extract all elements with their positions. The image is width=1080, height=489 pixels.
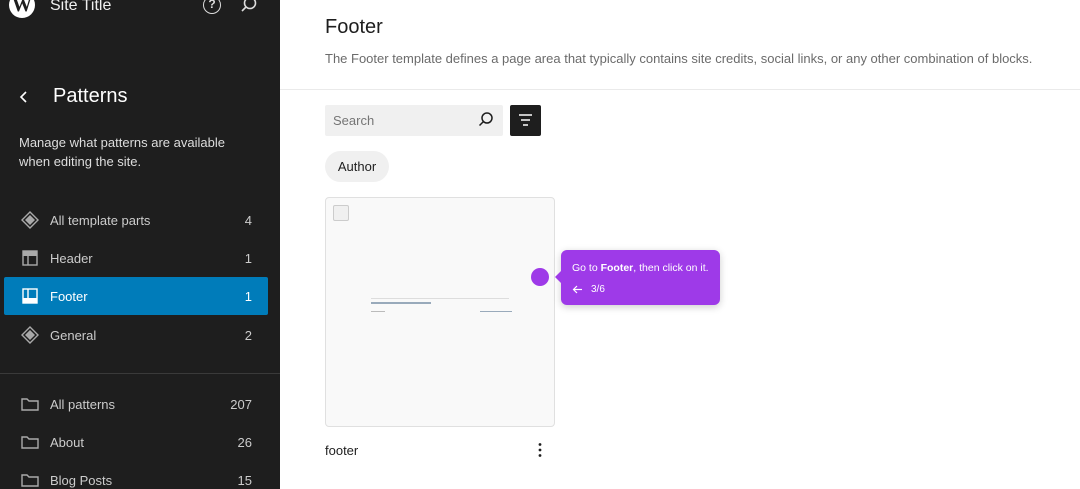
sidebar-item-all-patterns[interactable]: All patterns 207 — [4, 385, 268, 423]
sidebar-description: Manage what patterns are available when … — [19, 135, 225, 169]
folder-icon — [21, 436, 39, 449]
tooltip-text-suffix: , then click on it. — [633, 262, 709, 274]
more-vertical-icon[interactable] — [531, 441, 549, 459]
filter-button[interactable] — [510, 105, 541, 136]
sidebar-item-all-template-parts[interactable]: All template parts 4 — [4, 201, 268, 239]
sidebar-item-label: Header — [50, 251, 93, 266]
search-icon[interactable] — [477, 111, 495, 129]
diamond-icon — [21, 326, 39, 344]
pattern-card-name: footer — [325, 443, 359, 458]
tooltip-text-target: Footer — [600, 262, 634, 274]
sidebar-item-label: All template parts — [50, 213, 151, 228]
footer-layout-icon — [22, 288, 38, 304]
sidebar-item-count: 26 — [237, 435, 252, 450]
sidebar-item-footer[interactable]: Footer 1 — [4, 277, 268, 315]
page-description: The Footer template defines a page area … — [325, 51, 1033, 66]
tour-hotspot[interactable] — [531, 268, 549, 286]
sidebar-item-label: General — [50, 328, 97, 343]
sidebar-item-count: 1 — [244, 289, 252, 304]
search-input[interactable] — [325, 105, 475, 136]
preview-site-name — [371, 311, 385, 312]
chevron-left-icon[interactable] — [14, 87, 34, 107]
preview-links — [371, 302, 431, 304]
page-title: Footer — [325, 16, 383, 38]
search-box — [325, 105, 503, 136]
tooltip-text-prefix: Go to — [572, 262, 601, 274]
preview-credits — [480, 311, 512, 312]
tooltip-arrow — [555, 271, 561, 283]
site-title[interactable]: Site Title — [50, 0, 111, 15]
sidebar-item-count: 4 — [244, 213, 252, 228]
sidebar-item-count: 15 — [237, 473, 252, 488]
pattern-card-footer[interactable] — [325, 197, 555, 427]
author-filter-chip[interactable]: Author — [325, 151, 389, 182]
wordpress-logo-icon[interactable]: W — [9, 0, 35, 18]
sidebar-item-label: Footer — [50, 289, 88, 304]
sidebar-item-count: 2 — [244, 328, 252, 343]
sidebar-item-label: Blog Posts — [50, 473, 113, 488]
header-divider — [280, 89, 1080, 90]
preview-separator — [371, 298, 509, 299]
sidebar-item-count: 1 — [244, 251, 252, 266]
select-checkbox[interactable] — [333, 205, 349, 221]
header-layout-icon — [22, 250, 38, 266]
tooltip-text: Go to Footer, then click on it. — [572, 262, 709, 274]
tour-tooltip: Go to Footer, then click on it. 3/6 — [555, 250, 720, 305]
search-icon[interactable] — [240, 0, 258, 14]
sidebar-item-label: About — [50, 435, 84, 450]
tour-step-counter: 3/6 — [591, 284, 605, 295]
folder-icon — [21, 398, 39, 411]
sidebar-item-general[interactable]: General 2 — [4, 316, 268, 354]
sidebar-item-count: 207 — [230, 397, 252, 412]
folder-icon — [21, 474, 39, 487]
sidebar-item-header[interactable]: Header 1 — [4, 239, 268, 277]
help-icon[interactable]: ? — [203, 0, 221, 14]
sidebar-divider — [0, 373, 280, 374]
filter-icon — [519, 114, 532, 126]
sidebar: W Site Title ? Patterns Manage what patt… — [0, 0, 280, 489]
sidebar-item-about[interactable]: About 26 — [4, 423, 268, 461]
sidebar-item-label: All patterns — [50, 397, 116, 412]
sidebar-item-blog-posts[interactable]: Blog Posts 15 — [4, 461, 268, 489]
sidebar-title: Patterns — [53, 85, 128, 107]
arrow-left-icon[interactable] — [572, 284, 583, 295]
diamond-icon — [21, 211, 39, 229]
